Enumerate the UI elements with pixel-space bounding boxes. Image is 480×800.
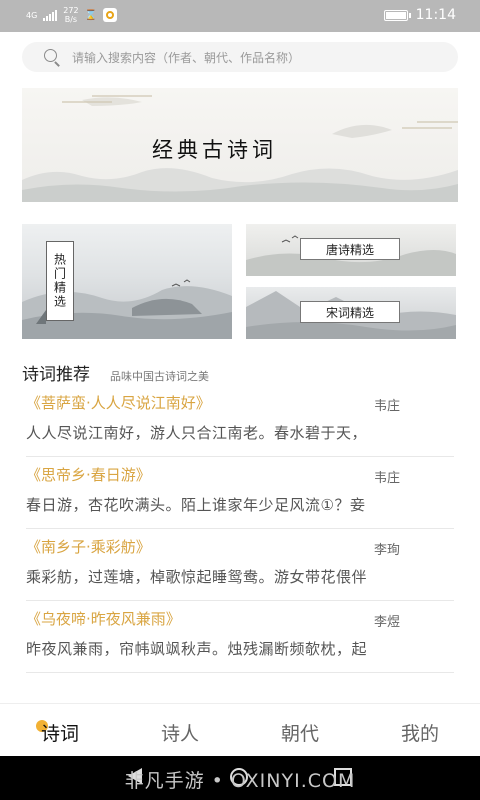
poem-title[interactable]: 《菩萨蛮·人人尽说江南好》 bbox=[26, 392, 211, 413]
poem-item[interactable]: 《乌夜啼·昨夜风兼雨》 李煜 昨夜风兼雨，帘帏飒飒秋声。烛残漏断频欹枕，起 bbox=[26, 600, 454, 673]
tab-label: 诗词 bbox=[40, 722, 79, 745]
speed-value: 272 bbox=[63, 6, 79, 15]
song-ci-card[interactable]: 宋词精选 bbox=[246, 287, 456, 339]
poem-excerpt: 乘彩舫，过莲塘，棹歌惊起睡鸳鸯。游女带花偎伴 bbox=[26, 568, 368, 586]
poem-author: 李煜 bbox=[374, 615, 401, 630]
recommend-section-header: 诗词推荐 品味中国古诗词之美 bbox=[22, 360, 209, 385]
poem-item[interactable]: 《南乡子·乘彩舫》 李珣 乘彩舫，过莲塘，棹歌惊起睡鸳鸯。游女带花偎伴 bbox=[26, 528, 454, 601]
tab-label: 诗人 bbox=[160, 722, 199, 745]
notification-icon: ⌛ bbox=[84, 9, 98, 21]
watermark: 非凡手游 • OXINYI.COM bbox=[124, 770, 356, 792]
bottom-tab-bar: 诗词 诗人 朝代 我的 bbox=[0, 703, 480, 760]
speed-unit: B/s bbox=[64, 15, 78, 24]
search-icon bbox=[44, 49, 60, 65]
banner-title: 经典古诗词 bbox=[152, 138, 277, 162]
signal-icon bbox=[43, 9, 58, 21]
hot-picks-card[interactable]: 热门精选 bbox=[22, 224, 232, 339]
poem-item[interactable]: 《思帝乡·春日游》 韦庄 春日游，杏花吹满头。陌上谁家年少足风流①？妾 bbox=[26, 456, 454, 529]
clock: 11:14 bbox=[415, 7, 456, 23]
poem-author: 韦庄 bbox=[374, 399, 401, 414]
section-subtitle: 品味中国古诗词之美 bbox=[110, 370, 209, 383]
search-input[interactable]: 请输入搜索内容（作者、朝代、作品名称） bbox=[72, 49, 300, 66]
poem-title[interactable]: 《乌夜啼·昨夜风兼雨》 bbox=[26, 608, 181, 629]
tang-poems-card[interactable]: 唐诗精选 bbox=[246, 224, 456, 276]
hot-picks-text: 热门精选 bbox=[52, 253, 67, 309]
tab-label: 朝代 bbox=[280, 722, 319, 745]
battery-icon bbox=[383, 9, 411, 21]
tab-mine[interactable]: 我的 bbox=[360, 704, 480, 760]
song-ci-button[interactable]: 宋词精选 bbox=[300, 301, 400, 323]
tab-label: 我的 bbox=[400, 722, 439, 745]
tab-poets[interactable]: 诗人 bbox=[120, 704, 240, 760]
app-icon bbox=[103, 8, 118, 22]
poem-title[interactable]: 《思帝乡·春日游》 bbox=[26, 464, 151, 485]
poem-title[interactable]: 《南乡子·乘彩舫》 bbox=[26, 536, 151, 557]
poem-excerpt: 人人尽说江南好，游人只合江南老。春水碧于天， bbox=[26, 424, 368, 442]
hot-picks-label: 热门精选 bbox=[46, 241, 74, 321]
system-nav-bar: 非凡手游 • OXINYI.COM bbox=[0, 756, 480, 800]
poem-author: 韦庄 bbox=[374, 471, 401, 486]
section-title: 诗词推荐 bbox=[22, 365, 90, 385]
network-label: 4G bbox=[26, 10, 38, 20]
poem-item[interactable]: 《菩萨蛮·人人尽说江南好》 韦庄 人人尽说江南好，游人只合江南老。春水碧于天， bbox=[26, 384, 454, 457]
tab-poems[interactable]: 诗词 bbox=[0, 704, 120, 760]
tang-poems-button[interactable]: 唐诗精选 bbox=[300, 238, 400, 260]
poem-excerpt: 春日游，杏花吹满头。陌上谁家年少足风流①？妾 bbox=[26, 496, 366, 514]
status-bar: 4G 272 B/s ⌛ 11:14 bbox=[0, 0, 480, 32]
banner[interactable]: 经典古诗词 bbox=[22, 88, 458, 202]
poem-excerpt: 昨夜风兼雨，帘帏飒飒秋声。烛残漏断频欹枕，起 bbox=[26, 640, 368, 658]
tab-dynasties[interactable]: 朝代 bbox=[240, 704, 360, 760]
search-bar[interactable]: 请输入搜索内容（作者、朝代、作品名称） bbox=[22, 42, 458, 72]
network-speed: 272 B/s bbox=[63, 6, 78, 24]
poem-author: 李珣 bbox=[374, 543, 401, 558]
